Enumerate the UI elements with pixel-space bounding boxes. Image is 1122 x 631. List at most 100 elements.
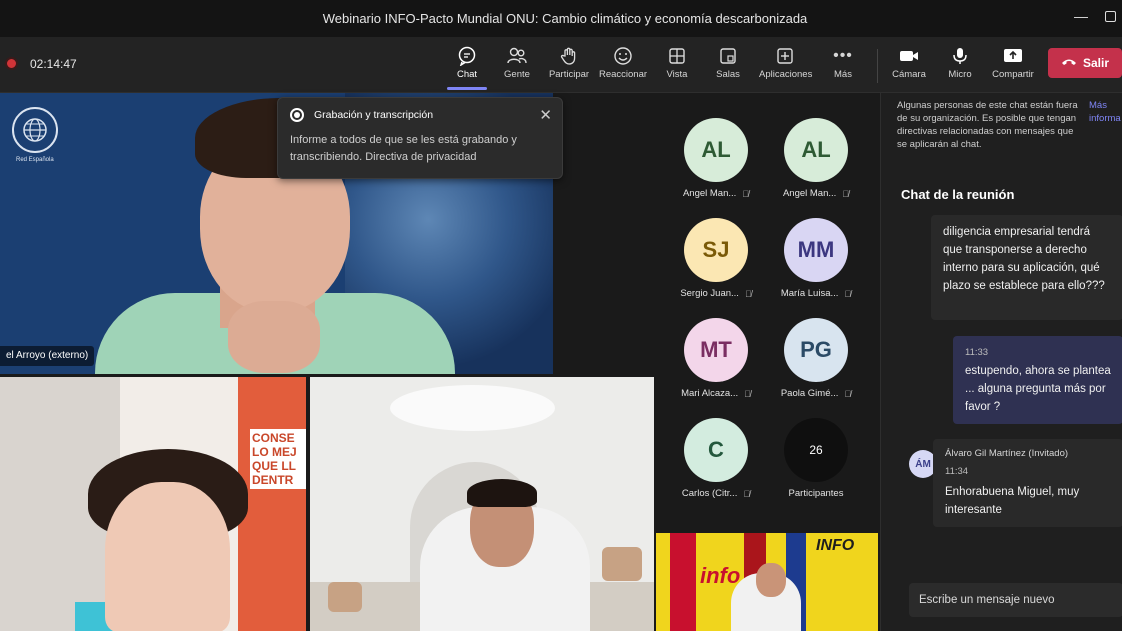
avatar: AL (784, 118, 848, 182)
info-sign: info (700, 563, 741, 588)
share-button[interactable]: Compartir (987, 45, 1039, 80)
camera-icon (883, 45, 935, 67)
chair (328, 582, 362, 612)
avatar: MM (784, 218, 848, 282)
more-info-link[interactable]: Más informa (1089, 99, 1122, 125)
view-button[interactable]: Vista (651, 45, 703, 80)
mic-off-icon: 🎙̸ (844, 388, 852, 399)
compose-message-input[interactable] (909, 583, 1122, 617)
notice-title: Grabación y transcripción (314, 109, 434, 121)
participant-tile[interactable]: PG Paola Gimé... 🎙̸ (766, 318, 866, 399)
toolbar-divider (877, 49, 878, 83)
external-users-notice: Algunas personas de este chat están fuer… (897, 100, 1078, 150)
participant-tile[interactable]: C Carlos (Citr... 🎙̸ (666, 418, 766, 499)
info-sign: INFO (816, 537, 855, 554)
raise-hand-label: Participar (548, 69, 590, 80)
people-label: Gente (504, 69, 530, 80)
maximize-icon[interactable] (1105, 11, 1116, 22)
speaker-name-tag: el Arroyo (externo) (0, 346, 95, 366)
more-participants-tile[interactable]: 26 Participantes (766, 418, 866, 499)
hand-icon (543, 45, 595, 67)
meeting-toolbar: 02:14:47 Chat Gente Participar Reacciona… (0, 37, 1122, 93)
share-label: Compartir (992, 69, 1034, 80)
react-button[interactable]: Reaccionar (597, 45, 649, 80)
chat-panel: Algunas personas de este chat están fuer… (880, 93, 1122, 631)
avatar: SJ (684, 218, 748, 282)
phone-hangup-icon (1061, 56, 1077, 70)
apps-button[interactable]: Aplicaciones (759, 45, 813, 80)
participant-tile[interactable]: MT Mari Alcaza... 🎙̸ (666, 318, 766, 399)
camera-button[interactable]: Cámara (883, 45, 935, 80)
avatar: PG (784, 318, 848, 382)
chair (602, 547, 642, 581)
record-indicator-icon (290, 108, 304, 122)
rooms-button[interactable]: Salas (702, 45, 754, 80)
chat-icon (441, 45, 493, 67)
participant-name: Carlos (Citr... (681, 488, 738, 499)
raise-hand-button[interactable]: Participar (543, 45, 595, 80)
view-label: Vista (666, 69, 688, 80)
participant-tile[interactable]: SJ Sergio Juan... 🎙̸ (666, 218, 766, 299)
mic-button[interactable]: Micro (934, 45, 986, 80)
video-tile-participant-woman[interactable]: CONSE LO MEJ QUE LL DENTR (0, 377, 306, 631)
leave-button[interactable]: Salir (1048, 48, 1122, 78)
mic-off-icon: 🎙̸ (842, 188, 850, 199)
participant-tile[interactable]: AL Angel Man... 🎙̸ (766, 118, 866, 199)
participant-name: Angel Man... (682, 188, 737, 199)
mic-off-icon: 🎙̸ (744, 288, 752, 299)
mic-off-icon: 🎙̸ (743, 488, 751, 499)
mic-icon (934, 45, 986, 67)
chat-button[interactable]: Chat (441, 45, 493, 80)
recording-notice: Grabación y transcripción ✕ Informe a to… (277, 97, 563, 179)
logo-subtitle: Red Española (16, 157, 54, 163)
participant-name: Mari Alcaza... (681, 388, 739, 399)
participant-name: María Luisa... (780, 288, 839, 299)
ellipsis-icon: ••• (833, 47, 853, 64)
grid-icon (651, 45, 703, 67)
minimize-icon[interactable]: — (1074, 8, 1088, 24)
message-text: Enhorabuena Miguel, muy interesante (945, 486, 1080, 516)
video-stage: Red Española el Arroyo (externo) Grabaci… (0, 93, 880, 631)
notice-body: Informe a todos de que se les está graba… (290, 134, 517, 163)
recording-icon (5, 57, 18, 70)
participant-name: Angel Man... (782, 188, 837, 199)
people-icon (491, 45, 543, 67)
apps-label: Aplicaciones (759, 69, 813, 80)
participant-tile[interactable]: MM María Luisa... 🎙̸ (766, 218, 866, 299)
share-icon (987, 45, 1039, 67)
video-tile-participant-info[interactable]: info INFO (656, 533, 878, 631)
mic-off-icon: 🎙̸ (742, 188, 750, 199)
chat-message: diligencia empresarial tendrá que transp… (931, 215, 1122, 320)
video-tile-participant-man[interactable] (310, 377, 654, 631)
react-label: Reaccionar (598, 69, 648, 80)
people-button[interactable]: Gente (491, 45, 543, 80)
mic-off-icon: 🎙̸ (744, 388, 751, 399)
avatar: AL (684, 118, 748, 182)
ceiling-light (390, 385, 555, 431)
banner-orange-stripe (238, 377, 306, 631)
window-title: Webinario INFO-Pacto Mundial ONU: Cambio… (322, 11, 808, 26)
more-participants-count: 26 (784, 418, 848, 482)
flag (670, 533, 696, 631)
message-time: 11:33 (965, 347, 989, 358)
message-text: estupendo, ahora se plantea ... alguna p… (965, 365, 1111, 413)
participant-hair (467, 479, 537, 507)
meeting-timer: 02:14:47 (30, 57, 77, 71)
chat-message-own: 11:33 estupendo, ahora se plantea ... al… (953, 336, 1122, 424)
message-author: Álvaro Gil Martínez (Invitado) (945, 448, 1069, 459)
participant-tile[interactable]: AL Angel Man... 🎙̸ (666, 118, 766, 199)
participant-name: Sergio Juan... (680, 288, 739, 299)
camera-label: Cámara (892, 69, 926, 80)
message-text: diligencia empresarial tendrá que transp… (943, 226, 1105, 292)
chat-message: Álvaro Gil Martínez (Invitado) 11:34 Enh… (933, 439, 1122, 527)
chat-label: Chat (456, 69, 478, 80)
participant-name: Paola Gimé... (780, 388, 839, 399)
more-label: Más (834, 69, 852, 80)
rooms-icon (702, 45, 754, 67)
more-participants-label: Participantes (788, 488, 844, 499)
mic-label: Micro (948, 69, 972, 80)
plus-square-icon (759, 45, 811, 67)
more-button[interactable]: ••• Más (817, 45, 869, 80)
mic-off-icon: 🎙̸ (844, 288, 852, 299)
close-icon[interactable]: ✕ (539, 106, 552, 124)
